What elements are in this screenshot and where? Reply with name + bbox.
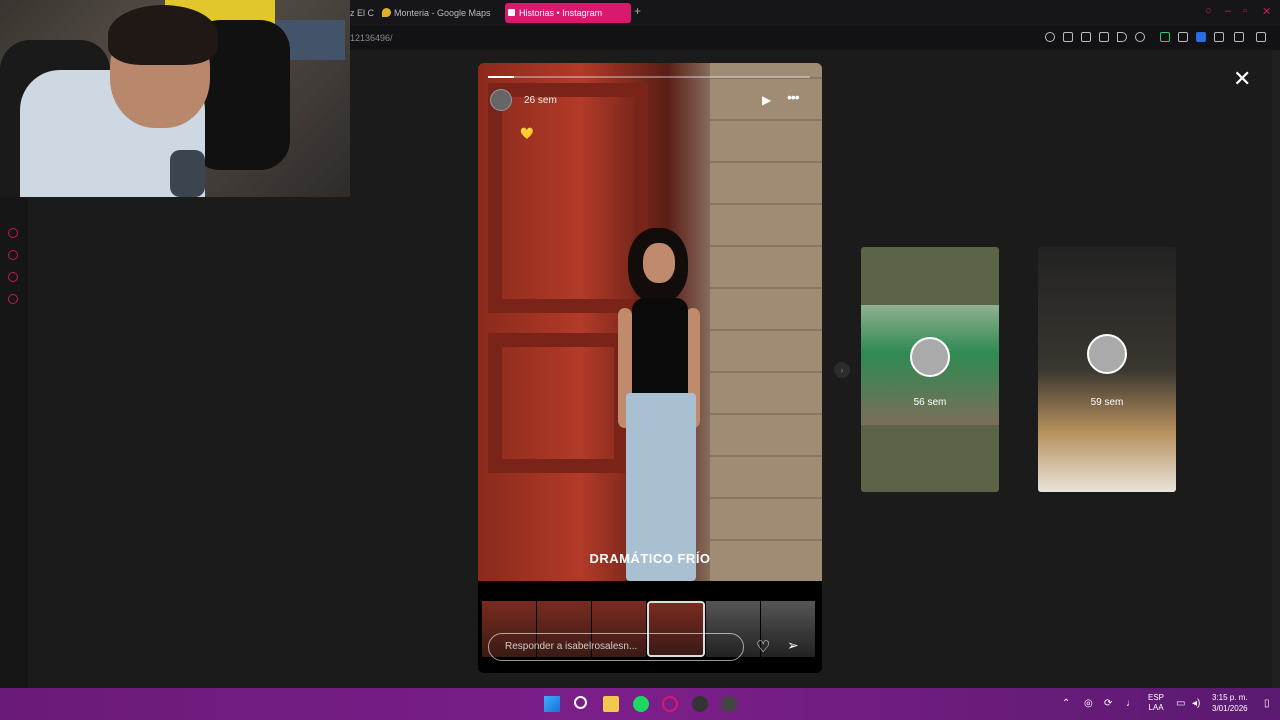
play-icon[interactable]: ▶ (762, 93, 771, 107)
story-preview-time: 56 sem (913, 397, 947, 408)
extensions-icon[interactable] (1178, 32, 1188, 42)
bookmark-icon[interactable] (1063, 32, 1073, 42)
tab-instagram[interactable]: Historias • Instagram (505, 3, 631, 23)
story-viewer[interactable]: 26 sem 💛 ▶ ••• DRAMÁTICO FRÍO Responder … (478, 63, 822, 673)
windows-start-icon[interactable] (544, 696, 560, 712)
volume-icon[interactable]: ◂) (1192, 698, 1200, 709)
map-pin-icon (382, 8, 391, 17)
story-preview-avatar (910, 337, 950, 377)
clock-date: 3/01/2026 (1212, 704, 1248, 713)
close-story-button[interactable]: ✕ (1233, 66, 1251, 92)
story-preview-time: 59 sem (1090, 397, 1124, 408)
profile-avatar[interactable] (1196, 32, 1206, 42)
notifications-icon[interactable]: ▯ (1264, 698, 1270, 709)
story-time: 26 sem (524, 95, 557, 106)
tab-label: Monteria - Google Maps (394, 8, 491, 18)
play-icon[interactable] (1117, 32, 1127, 42)
download-icon[interactable] (1214, 32, 1224, 42)
next-story-arrow-icon[interactable]: › (834, 362, 850, 378)
like-heart-icon[interactable]: ♡ (756, 637, 770, 657)
more-options-icon[interactable]: ••• (787, 89, 800, 105)
search-icon[interactable] (574, 696, 587, 709)
door-panel (488, 333, 628, 473)
door-panel (488, 83, 648, 313)
sidebar-history-icon[interactable] (8, 228, 18, 238)
menu-icon[interactable] (1256, 32, 1266, 42)
clock[interactable]: 3:15 p. m. 3/01/2026 (1212, 692, 1248, 714)
file-explorer-icon[interactable] (603, 696, 619, 712)
language-indicator[interactable]: ESP LAA (1148, 693, 1164, 713)
scrollbar[interactable] (1272, 50, 1280, 688)
person-face (643, 243, 675, 283)
opera-gx-icon[interactable] (662, 696, 678, 712)
person-top (632, 298, 688, 398)
sidebar-settings-icon[interactable] (8, 294, 18, 304)
ai-icon[interactable] (1234, 32, 1244, 42)
story-progress-bar (488, 76, 810, 78)
heart-icon[interactable] (1135, 32, 1145, 42)
tray-chevron-icon[interactable]: ⌃ (1062, 698, 1070, 709)
story-caption: DRAMÁTICO FRÍO (589, 551, 711, 566)
webcam-hair (108, 5, 218, 65)
yellow-heart-icon: 💛 (520, 128, 534, 140)
spotify-icon[interactable] (633, 696, 649, 712)
story-preview-avatar (1087, 334, 1127, 374)
tab-google-maps[interactable]: Monteria - Google Maps (380, 3, 504, 23)
app-icon[interactable] (692, 696, 708, 712)
minimize-button[interactable]: – (1225, 5, 1231, 17)
reply-input[interactable]: Responder a isabelrosalesn... (488, 633, 744, 661)
network-icon[interactable]: ▭ (1176, 698, 1185, 709)
tab-label: Historias • Instagram (519, 8, 603, 18)
vpn-icon[interactable] (1160, 32, 1170, 42)
zoom-icon[interactable] (1045, 32, 1055, 42)
close-window-button[interactable]: ✕ (1262, 5, 1271, 18)
stone-wall (710, 63, 822, 581)
sidebar-pin-icon[interactable] (8, 272, 18, 282)
story-progress-fill (488, 76, 514, 78)
tab-partial[interactable]: z El C (350, 3, 374, 23)
snapshot-icon[interactable] (1081, 32, 1091, 42)
taskbar: ⌃ ◎ ⟳ ♩ ESP LAA ▭ ◂) 3:15 p. m. 3/01/202… (0, 688, 1280, 720)
url-text[interactable]: 12136496/ (350, 33, 393, 43)
webcam-overlay (0, 0, 350, 197)
search-tabs-icon[interactable]: ○ (1205, 5, 1212, 17)
shield-icon[interactable] (1099, 32, 1109, 42)
send-icon[interactable]: ➢ (787, 637, 799, 654)
next-story-card[interactable]: 56 sem (861, 247, 999, 492)
maximize-button[interactable]: ▫ (1243, 5, 1247, 17)
sidebar-clock-icon[interactable] (8, 250, 18, 260)
next-story-card[interactable]: 59 sem (1038, 247, 1176, 492)
clock-time: 3:15 p. m. (1212, 693, 1248, 702)
tray-icon[interactable]: ◎ (1084, 698, 1093, 709)
tray-mic-icon[interactable]: ♩ (1126, 698, 1136, 709)
tray-sync-icon[interactable]: ⟳ (1104, 698, 1112, 709)
app-icon[interactable] (721, 696, 737, 712)
instagram-icon (507, 8, 516, 17)
webcam-microphone (170, 150, 205, 197)
story-photo (478, 63, 822, 581)
story-avatar[interactable] (490, 89, 512, 111)
language-code: ESP (1148, 693, 1165, 702)
keyboard-layout: LAA (1148, 703, 1164, 712)
new-tab-button[interactable]: + (634, 4, 641, 18)
